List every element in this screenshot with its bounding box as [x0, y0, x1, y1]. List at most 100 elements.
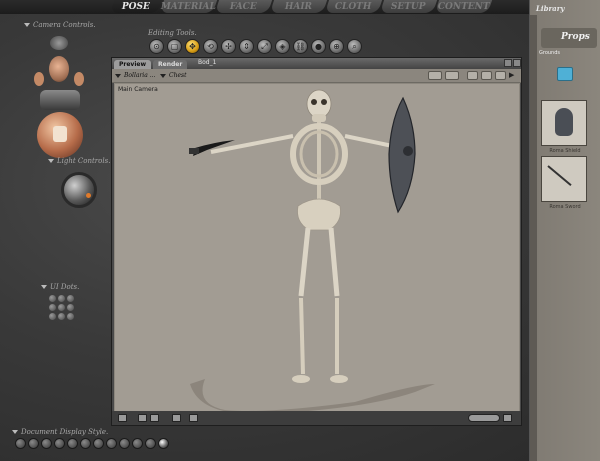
folder-up-icon[interactable]: [557, 67, 573, 81]
camera-controls-button[interactable]: [428, 71, 442, 80]
render-settings-button[interactable]: [481, 71, 492, 80]
close-icon[interactable]: [513, 59, 521, 67]
editing-tools: ⊙ ▢ ✥ ⟲ ✢ ⇕ ⤢ ◈ ⛓ ● ⊕ ⌕: [149, 39, 362, 54]
display-style-buttons: [15, 438, 169, 449]
color-tool-icon[interactable]: ●: [311, 39, 326, 54]
tab-hair[interactable]: HAIR: [269, 0, 328, 13]
ui-dot[interactable]: [58, 295, 65, 302]
ui-dot[interactable]: [49, 313, 56, 320]
right-femur: [328, 227, 340, 297]
display-style-button[interactable]: [93, 438, 104, 449]
chain-break-icon[interactable]: ⛓: [293, 39, 308, 54]
display-style-button[interactable]: [67, 438, 78, 449]
display-style-button[interactable]: [145, 438, 156, 449]
tab-hair-label: HAIR: [284, 1, 313, 12]
zoom-out-button[interactable]: [468, 414, 500, 422]
tab-face[interactable]: FACE: [214, 0, 273, 13]
light-controls-heading[interactable]: Light Controls.: [48, 157, 110, 165]
translate-in-out-icon[interactable]: ⇕: [239, 39, 254, 54]
light-indicator-orange[interactable]: [86, 193, 91, 198]
view-magnify-icon[interactable]: ⌕: [347, 39, 362, 54]
tab-cloth[interactable]: CLOTH: [324, 0, 383, 13]
ui-dot[interactable]: [49, 295, 56, 302]
shield-boss: [403, 146, 413, 156]
document-title: Bod_1: [198, 59, 217, 66]
left-hand-camera-icon[interactable]: [34, 72, 44, 86]
display-style-button[interactable]: [106, 438, 117, 449]
resize-button[interactable]: [495, 71, 506, 80]
ui-dot[interactable]: [49, 304, 56, 311]
tab-cloth-label: CLOTH: [335, 1, 372, 12]
tab-content[interactable]: CONTENT: [434, 0, 493, 13]
stop-button[interactable]: [118, 414, 127, 422]
tab-material-label: MATERIAL: [161, 1, 217, 12]
library-subcategory[interactable]: Grounds: [539, 50, 560, 56]
library-category-label: Props: [561, 32, 590, 42]
tab-render-label: Render: [158, 61, 183, 68]
display-style-button[interactable]: [119, 438, 130, 449]
document-display-style-heading[interactable]: Document Display Style.: [12, 428, 108, 436]
figure-select-value: Bollaria ...: [124, 72, 156, 79]
tab-setup[interactable]: SETUP: [379, 0, 438, 13]
app-window: POSE MATERIAL FACE HAIR CLOTH SETUP CONT…: [0, 0, 600, 461]
document-toolbar: Bollaria ... Chest ▶: [112, 69, 521, 83]
light-controls-sphere[interactable]: [61, 172, 97, 208]
camera-face-icon[interactable]: [50, 36, 68, 50]
display-style-button-active[interactable]: [158, 438, 169, 449]
direct-manipulation-icon[interactable]: ▢: [167, 39, 182, 54]
shadow-toggle[interactable]: [150, 414, 159, 422]
ui-dot[interactable]: [67, 295, 74, 302]
display-style-button[interactable]: [41, 438, 52, 449]
menu-arrow-button[interactable]: ▶: [509, 71, 517, 80]
tab-material[interactable]: MATERIAL: [159, 0, 218, 13]
tab-render[interactable]: Render: [153, 60, 188, 69]
camera-controls-label: Camera Controls.: [33, 21, 96, 29]
document-titlebar[interactable]: Preview Render Bod_1: [112, 58, 521, 69]
minimize-icon[interactable]: [504, 59, 512, 67]
camera-head-icon[interactable]: [49, 56, 69, 82]
view-magnifier-icon[interactable]: ⊙: [149, 39, 164, 54]
part-select[interactable]: Chest: [160, 72, 187, 79]
figure-select[interactable]: Bollaria ...: [115, 72, 155, 79]
library-title[interactable]: Library: [536, 4, 564, 13]
display-style-button[interactable]: [132, 438, 143, 449]
left-shin: [299, 297, 305, 375]
document-display-style-label: Document Display Style.: [21, 428, 109, 436]
camera-move-icon[interactable]: [40, 90, 80, 110]
guide-toggle[interactable]: [172, 414, 181, 422]
library-category[interactable]: Props: [541, 28, 597, 48]
library-handle[interactable]: [530, 15, 537, 461]
library-item-label: Roma Shield: [549, 148, 581, 154]
ui-dots-heading[interactable]: UI Dots.: [41, 283, 79, 291]
scene-viewport[interactable]: Main Camera: [114, 83, 520, 413]
camera-controls-heading[interactable]: Camera Controls.: [24, 21, 96, 29]
display-style-button[interactable]: [15, 438, 26, 449]
figure-shadow: [190, 379, 435, 413]
bg-color-button[interactable]: [189, 414, 198, 422]
translate-tool-icon[interactable]: ✢: [221, 39, 236, 54]
grouping-tool-icon[interactable]: ⊕: [329, 39, 344, 54]
rotate-tool-icon[interactable]: ✥: [185, 39, 200, 54]
flyaround-button[interactable]: [467, 71, 478, 80]
left-foot: [292, 375, 310, 383]
ui-dot[interactable]: [58, 313, 65, 320]
twist-tool-icon[interactable]: ⟲: [203, 39, 218, 54]
shield-thumb-icon: [555, 108, 573, 136]
display-style-button[interactable]: [54, 438, 65, 449]
ui-dot[interactable]: [58, 304, 65, 311]
tab-pose[interactable]: POSE: [109, 0, 163, 13]
zoom-in-button[interactable]: [503, 414, 512, 422]
tab-preview[interactable]: Preview: [114, 60, 152, 69]
ui-dot[interactable]: [67, 313, 74, 320]
taper-tool-icon[interactable]: ◈: [275, 39, 290, 54]
tab-face-label: FACE: [230, 1, 257, 12]
options-button[interactable]: [445, 71, 459, 80]
trackball-emblem-icon: [53, 126, 67, 142]
display-style-button[interactable]: [28, 438, 39, 449]
camera-controls: [30, 30, 90, 160]
display-style-button[interactable]: [80, 438, 91, 449]
ground-toggle[interactable]: [138, 414, 147, 422]
ui-dot[interactable]: [67, 304, 74, 311]
scale-tool-icon[interactable]: ⤢: [257, 39, 272, 54]
right-hand-camera-icon[interactable]: [74, 72, 84, 86]
